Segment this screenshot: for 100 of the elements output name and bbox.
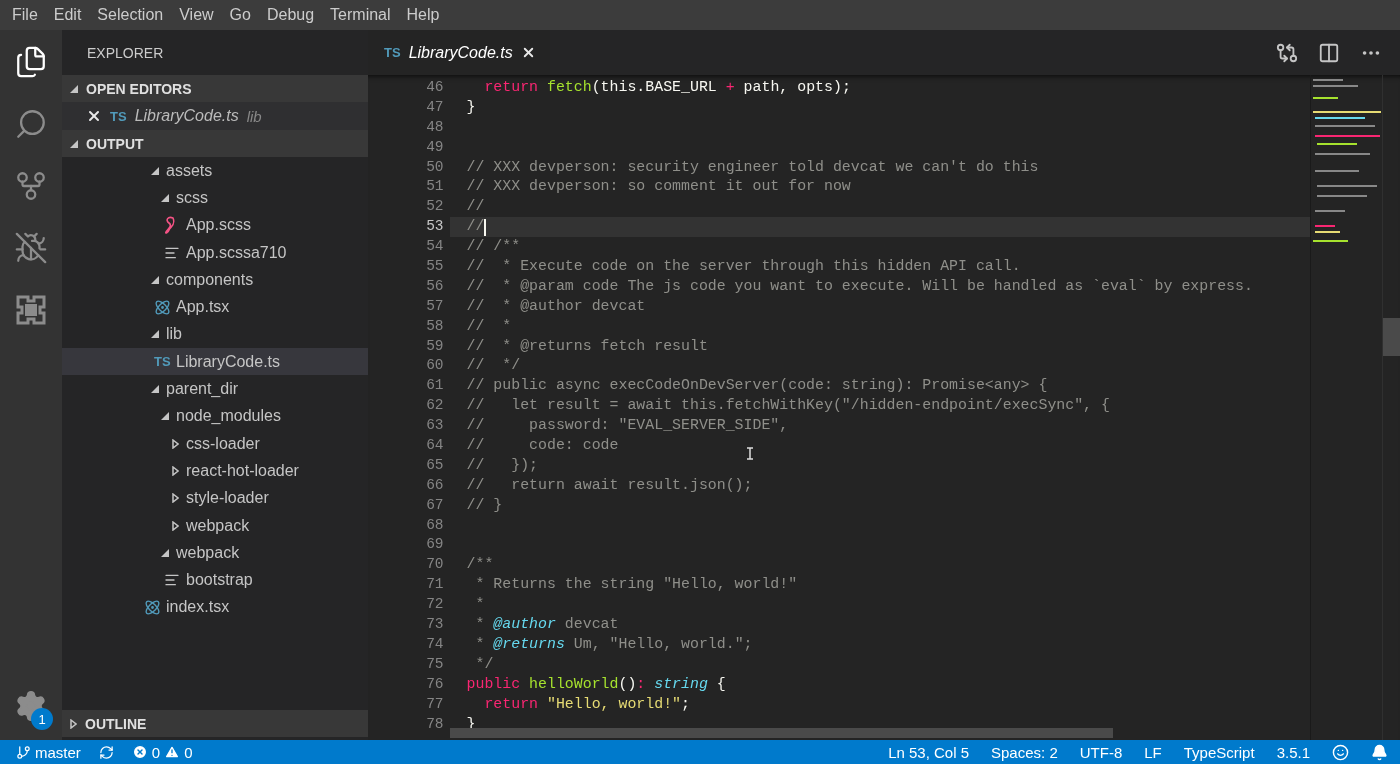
error-icon: [131, 744, 148, 760]
menu-item[interactable]: Edit: [45, 6, 90, 24]
menu-item[interactable]: Selection: [89, 6, 172, 24]
line-number: 57: [426, 296, 444, 316]
menu-item[interactable]: Debug: [258, 6, 323, 24]
minimap[interactable]: [1309, 75, 1383, 740]
folder-row[interactable]: style-loader: [62, 484, 368, 512]
status-item[interactable]: Spaces: 2: [991, 743, 1058, 761]
folder-row[interactable]: react-hot-loader: [62, 457, 368, 485]
folder-row[interactable]: assets: [62, 157, 368, 185]
line-number: 51: [426, 177, 444, 197]
file-row[interactable]: App.scss: [62, 211, 368, 239]
open-editor-item[interactable]: TS LibraryCode.ts lib: [62, 102, 368, 130]
expanded-arrow-icon[interactable]: [161, 193, 169, 202]
menu-item[interactable]: Terminal: [322, 6, 399, 24]
split-editor-icon[interactable]: [1318, 41, 1340, 64]
file-row[interactable]: App.scssa710: [62, 238, 368, 267]
expanded-arrow-icon[interactable]: [151, 275, 159, 284]
code-line: * @author devcat: [474, 615, 619, 635]
file-row[interactable]: TS LibraryCode.ts: [62, 348, 368, 376]
horizontal-scrollbar[interactable]: [450, 728, 1113, 738]
line-number: 78: [426, 714, 444, 734]
expanded-arrow-icon[interactable]: [70, 139, 78, 148]
collapsed-arrow-icon[interactable]: [70, 718, 77, 729]
code-line: // XXX devperson: so comment it out for now: [466, 177, 851, 197]
menu-item[interactable]: File: [4, 6, 46, 24]
status-item[interactable]: TypeScript: [1183, 743, 1255, 761]
close-icon[interactable]: [86, 108, 102, 124]
folder-row[interactable]: scss: [62, 184, 368, 212]
code-line: return "Hello, world!";: [483, 694, 690, 714]
folder-row[interactable]: webpack: [62, 539, 368, 567]
problems-button[interactable]: 0 0: [131, 743, 193, 761]
menu-item[interactable]: Help: [398, 6, 448, 24]
compare-changes-icon[interactable]: [1276, 41, 1298, 64]
collapsed-arrow-icon[interactable]: [171, 520, 179, 531]
line-number: 75: [426, 654, 444, 674]
status-item[interactable]: 3.5.1: [1276, 743, 1310, 761]
status-item[interactable]: UTF-8: [1079, 743, 1123, 761]
line-number: 46: [426, 78, 444, 97]
line-number: 61: [426, 376, 444, 396]
branch-icon: [16, 744, 31, 760]
folder-row[interactable]: parent_dir: [62, 375, 368, 403]
expanded-arrow-icon[interactable]: [151, 330, 159, 339]
code-line: // }: [466, 495, 503, 515]
collapsed-arrow-icon[interactable]: [171, 465, 179, 476]
folder-row[interactable]: webpack: [62, 511, 368, 540]
code-line: // code: code: [466, 436, 619, 456]
code-line: // public async execCodeOnDevServer(code: string): Promise<any> {: [466, 376, 1048, 396]
code-line: // *: [466, 316, 512, 336]
expanded-arrow-icon[interactable]: [70, 84, 78, 93]
line-number: 60: [426, 356, 444, 376]
section-header[interactable]: OUTPUT: [62, 130, 368, 157]
collapsed-arrow-icon[interactable]: [171, 438, 179, 449]
line-number: 59: [426, 336, 444, 356]
folder-row[interactable]: node_modules: [62, 402, 368, 430]
line-number: 70: [426, 555, 444, 575]
file-row[interactable]: bootstrap: [62, 566, 368, 594]
line-number: 76: [426, 674, 444, 694]
collapsed-arrow-icon[interactable]: [171, 493, 179, 504]
extensions-icon: [15, 294, 47, 326]
line-number: 71: [426, 575, 444, 595]
line-number: 72: [426, 595, 444, 615]
warning-count: 0: [184, 743, 193, 761]
code-line: // XXX devperson: security engineer told devcat we can't do this: [466, 157, 1039, 177]
line-number: 49: [426, 137, 444, 157]
code-line: //: [466, 217, 485, 237]
file-row[interactable]: index.tsx: [62, 593, 368, 622]
notifications-bell-icon[interactable]: [1371, 743, 1388, 761]
section-header[interactable]: OPEN EDITORS: [62, 75, 368, 102]
react-file-icon: [144, 598, 161, 616]
menu-item[interactable]: Go: [221, 6, 259, 24]
code-line: // * @returns fetch result: [466, 336, 708, 356]
folder-row[interactable]: lib: [62, 320, 368, 349]
line-number: 67: [426, 495, 444, 515]
code-line: */: [474, 654, 494, 674]
sync-icon[interactable]: [98, 744, 114, 760]
feedback-smiley-icon[interactable]: [1332, 743, 1349, 761]
folder-row[interactable]: components: [62, 266, 368, 294]
line-number: 68: [426, 515, 444, 535]
expanded-arrow-icon[interactable]: [151, 385, 159, 393]
code-line: // return await result.json();: [466, 475, 753, 495]
expanded-arrow-icon[interactable]: [161, 412, 169, 421]
branch-button[interactable]: master: [16, 743, 81, 761]
vertical-scrollbar[interactable]: [1382, 75, 1400, 740]
status-item[interactable]: LF: [1144, 743, 1162, 761]
line-number: 64: [426, 436, 444, 456]
line-number: 52: [426, 197, 444, 217]
folder-row[interactable]: css-loader: [62, 429, 368, 458]
menu-item[interactable]: View: [171, 6, 222, 24]
expanded-arrow-icon[interactable]: [161, 548, 169, 557]
files-icon: [14, 45, 48, 79]
expanded-arrow-icon[interactable]: [151, 166, 159, 175]
line-number: 77: [426, 694, 444, 714]
line-number: 62: [426, 396, 444, 416]
status-item[interactable]: Ln 53, Col 5: [888, 743, 969, 761]
text-caret: [484, 218, 487, 236]
file-row[interactable]: App.tsx: [62, 293, 368, 321]
line-number: 65: [426, 455, 444, 475]
warning-icon: [164, 744, 181, 760]
section-header[interactable]: OUTLINE: [62, 710, 368, 737]
